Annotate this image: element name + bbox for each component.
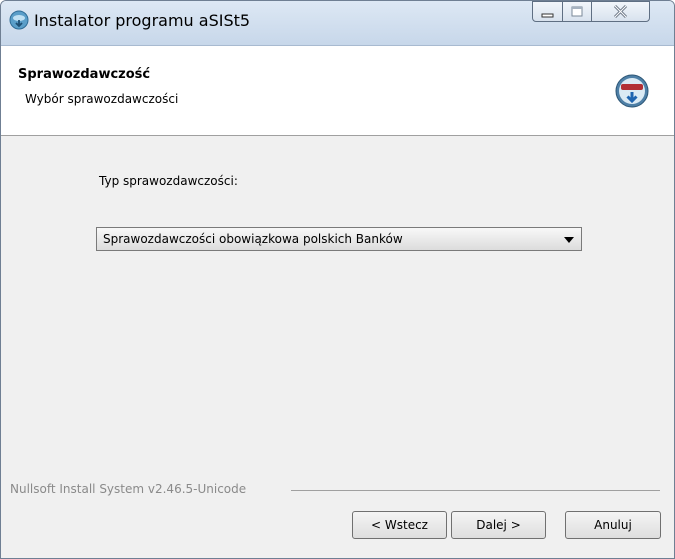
page-header: Sprawozdawczość Wybór sprawozdawczości <box>1 46 674 136</box>
close-icon <box>613 4 628 19</box>
page-content: Typ sprawozdawczości: Sprawozdawczości o… <box>1 136 674 558</box>
report-type-label: Typ sprawozdawczości: <box>99 174 238 188</box>
minimize-icon <box>541 13 554 18</box>
page-subtitle: Wybór sprawozdawczości <box>25 92 179 106</box>
installer-window: Instalator programu aSISt5 Sprawozdawczo… <box>0 0 675 559</box>
nsis-branding: Nullsoft Install System v2.46.5-Unicode <box>10 482 247 496</box>
title-bar[interactable]: Instalator programu aSISt5 <box>1 1 674 46</box>
report-type-dropdown[interactable]: Sprawozdawczości obowiązkowa polskich Ba… <box>96 227 582 251</box>
back-button[interactable]: < Wstecz <box>352 511 447 539</box>
report-type-selected-value: Sprawozdawczości obowiązkowa polskich Ba… <box>103 232 403 246</box>
installer-icon <box>9 10 29 30</box>
window-title: Instalator programu aSISt5 <box>34 11 251 30</box>
asist-logo-icon <box>615 74 649 108</box>
minimize-button[interactable] <box>532 1 563 22</box>
maximize-icon <box>571 6 583 17</box>
cancel-button[interactable]: Anuluj <box>565 511 661 539</box>
page-title: Sprawozdawczość <box>18 67 151 82</box>
dropdown-arrow-icon <box>564 237 574 243</box>
maximize-button[interactable] <box>562 1 592 22</box>
close-button[interactable] <box>591 1 650 22</box>
next-button[interactable]: Dalej > <box>451 511 546 539</box>
footer-divider <box>291 490 660 491</box>
